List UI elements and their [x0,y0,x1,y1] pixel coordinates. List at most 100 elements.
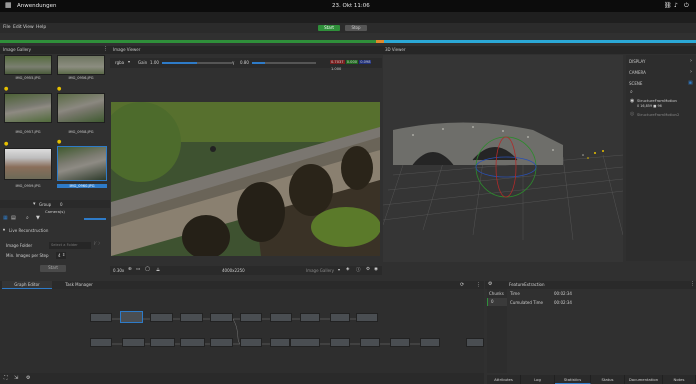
graph-node[interactable] [210,313,233,322]
tab-documentation[interactable]: Documentation [625,375,663,384]
live-start-button[interactable]: Start [40,265,66,272]
chunks-header[interactable]: Chunks [489,291,504,296]
graph-node[interactable] [180,338,205,347]
tab-task-manager[interactable]: Task Manager [54,281,104,289]
gamma-slider[interactable] [252,62,316,64]
volume-icon[interactable]: ♪ [674,2,678,9]
panorama-icon[interactable]: ⟁ [156,267,160,273]
network-icon[interactable]: ⛓ [664,2,672,9]
filter-icon[interactable]: ▼ [36,215,40,221]
refresh-icon[interactable]: ⟳ [460,282,464,288]
group-label: Group [39,202,52,207]
more-options-icon[interactable]: ⋮ [690,281,695,287]
gamma-value[interactable]: 0.80 [240,60,249,65]
camera-section-header[interactable]: CAMERA [629,70,646,75]
display-section-header[interactable]: DISPLAY [629,59,645,64]
grid-view-icon[interactable]: ▦ [3,215,8,221]
menu-file[interactable]: File [3,25,11,30]
graph-node[interactable] [330,338,350,347]
visibility-icon[interactable]: ◉ [630,98,634,104]
image-source-select[interactable]: Image Gallery [306,268,334,273]
gallery-thumb-5[interactable] [4,148,52,180]
graph-node[interactable] [90,313,112,322]
3d-viewport[interactable] [383,55,623,262]
graph-node[interactable] [360,338,380,347]
tab-log[interactable]: Log [521,375,555,384]
list-view-icon[interactable]: ▤ [11,215,16,221]
settings-icon[interactable]: ⚙ [366,267,370,272]
window-titlebar[interactable] [0,12,696,23]
stop-button[interactable]: Stop [345,25,367,31]
more-options-icon[interactable]: ⋮ [103,46,108,52]
graph-node[interactable] [122,338,145,347]
gallery-thumb-3[interactable] [4,93,52,123]
graph-node[interactable] [210,338,233,347]
live-reconstruction-toggle-icon[interactable]: ⏺ [3,227,5,232]
search-icon[interactable]: ⌕ [630,89,633,95]
add-node-icon[interactable]: ▣ [688,80,693,86]
graph-node[interactable] [390,338,410,347]
start-button[interactable]: Start [318,25,340,31]
channel-mode-select[interactable]: rgba [115,60,124,65]
gallery-thumb-1[interactable] [4,55,52,75]
folder-icon[interactable]: 🗁 [94,241,100,249]
graph-node[interactable] [150,313,173,322]
hidden-icon[interactable]: ◎ [630,111,634,117]
tab-status[interactable]: Status [591,375,625,384]
scene-item-1[interactable]: ◉ StructureFromMotion 0 16,859 ■ 96 [628,97,694,109]
graph-node[interactable] [466,338,484,347]
menu-help[interactable]: Help [36,25,46,30]
gallery-thumb-4[interactable] [57,93,105,123]
tab-attributes[interactable]: Attributes [487,375,521,384]
menu-view[interactable]: View [23,25,34,30]
layers-icon[interactable]: ◈ [346,267,349,272]
graph-node[interactable] [300,313,320,322]
activities-label[interactable]: Anwendungen [17,3,56,9]
fit-view-icon[interactable]: ⛶ [4,375,8,381]
node-connections [112,318,420,345]
distortion-icon[interactable]: ◯ [145,267,150,272]
group-value[interactable]: 0 [60,202,63,207]
menu-edit[interactable]: Edit [13,25,22,30]
gain-slider[interactable] [162,62,232,64]
gain-value[interactable]: 1.00 [150,60,159,65]
scene-item-2[interactable]: ◎ StructureFromMotion2 [628,111,694,119]
image-folder-input[interactable]: Select a Folder [49,242,91,249]
tab-graph-editor[interactable]: Graph Editor [2,281,52,289]
activities-grid-icon[interactable]: ▦ [5,1,12,9]
scene-section-header[interactable]: SCENE [629,81,642,86]
time-label: Time [510,291,520,296]
chevron-down-icon[interactable]: ▾ [33,201,36,207]
frame-icon[interactable]: ▭ [136,267,140,272]
chunk-row-0[interactable]: 0 [487,298,507,306]
graph-node[interactable] [240,313,262,322]
graph-node[interactable] [90,338,112,347]
power-icon[interactable]: ⏻ [684,2,689,10]
fit-icon[interactable]: ⊕ [128,267,132,272]
graph-node[interactable] [150,338,175,347]
gallery-thumb-2[interactable] [57,55,105,75]
graph-node[interactable] [180,313,203,322]
graph-node[interactable] [270,313,292,322]
graph-node-selected[interactable] [120,311,143,323]
info-icon[interactable]: ⓘ [356,267,361,273]
graph-node[interactable] [420,338,440,347]
graph-node[interactable] [290,338,320,347]
graph-node[interactable] [330,313,350,322]
tab-statistics[interactable]: Statistics [555,375,591,384]
search-icon[interactable]: ⌕ [26,215,29,221]
graph-node[interactable] [356,313,378,322]
gallery-thumb-6-selected[interactable] [57,146,107,181]
graph-node[interactable] [270,338,290,347]
pin-icon[interactable]: ⇲ [14,375,18,381]
settings-icon[interactable]: ⚙ [26,375,30,381]
graph-node[interactable] [240,338,262,347]
more-options-icon[interactable]: ⋮ [476,282,481,288]
visibility-icon[interactable]: ◉ [374,267,378,272]
graph-canvas[interactable] [0,289,484,373]
clock[interactable]: 23. Okt 11:06 [332,3,370,9]
tab-notes[interactable]: Notes [663,375,696,384]
viewer-image[interactable] [111,102,380,256]
thumbnail-size-slider[interactable] [84,218,106,220]
stepper-icon[interactable]: ⇕ [62,252,65,257]
